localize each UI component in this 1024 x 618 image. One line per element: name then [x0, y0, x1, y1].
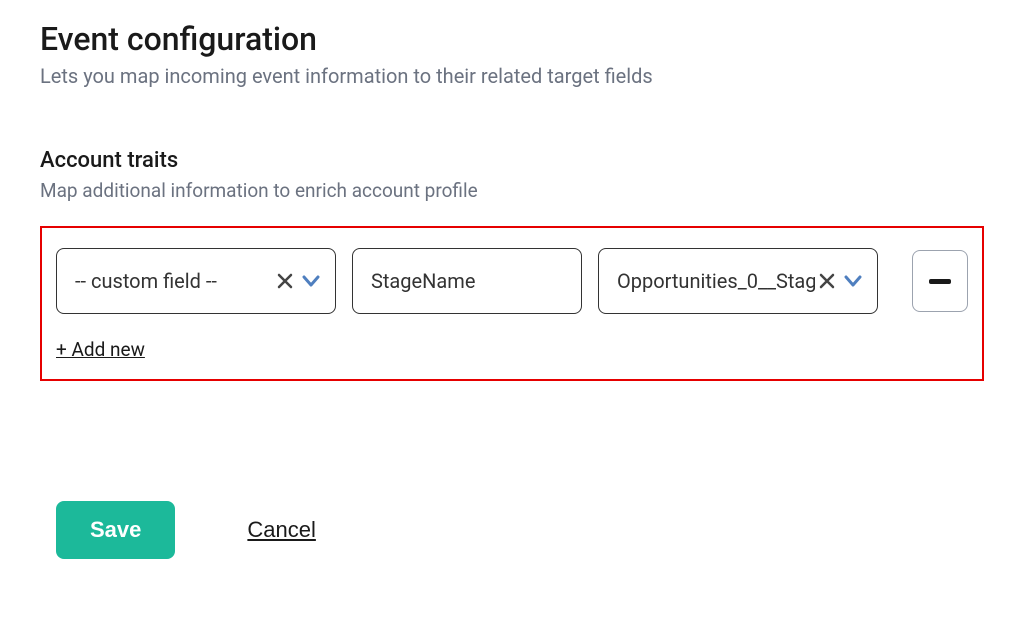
minus-icon	[929, 279, 951, 284]
remove-row-button[interactable]	[912, 250, 968, 312]
mapping-row: -- custom field -- StageName Opportuniti…	[56, 248, 968, 314]
chevron-down-icon[interactable]	[301, 274, 321, 288]
save-button[interactable]: Save	[56, 501, 175, 559]
select-icons	[815, 273, 863, 289]
page-subtitle: Lets you map incoming event information …	[40, 64, 984, 88]
cancel-button[interactable]: Cancel	[247, 517, 315, 543]
clear-icon[interactable]	[819, 273, 835, 289]
name-input[interactable]: StageName	[352, 248, 582, 314]
footer-actions: Save Cancel	[56, 501, 984, 559]
section-subtitle-account-traits: Map additional information to enrich acc…	[40, 179, 984, 202]
clear-icon[interactable]	[277, 273, 293, 289]
section-title-account-traits: Account traits	[40, 148, 984, 173]
name-input-value: StageName	[371, 269, 563, 293]
select-icons	[273, 273, 321, 289]
page-title: Event configuration	[40, 20, 984, 58]
mapping-highlight-box: -- custom field -- StageName Opportuniti…	[40, 226, 984, 381]
source-field-select[interactable]: -- custom field --	[56, 248, 336, 314]
target-field-select[interactable]: Opportunities_0__StageN	[598, 248, 878, 314]
add-new-link[interactable]: + Add new	[56, 338, 145, 361]
chevron-down-icon[interactable]	[843, 274, 863, 288]
